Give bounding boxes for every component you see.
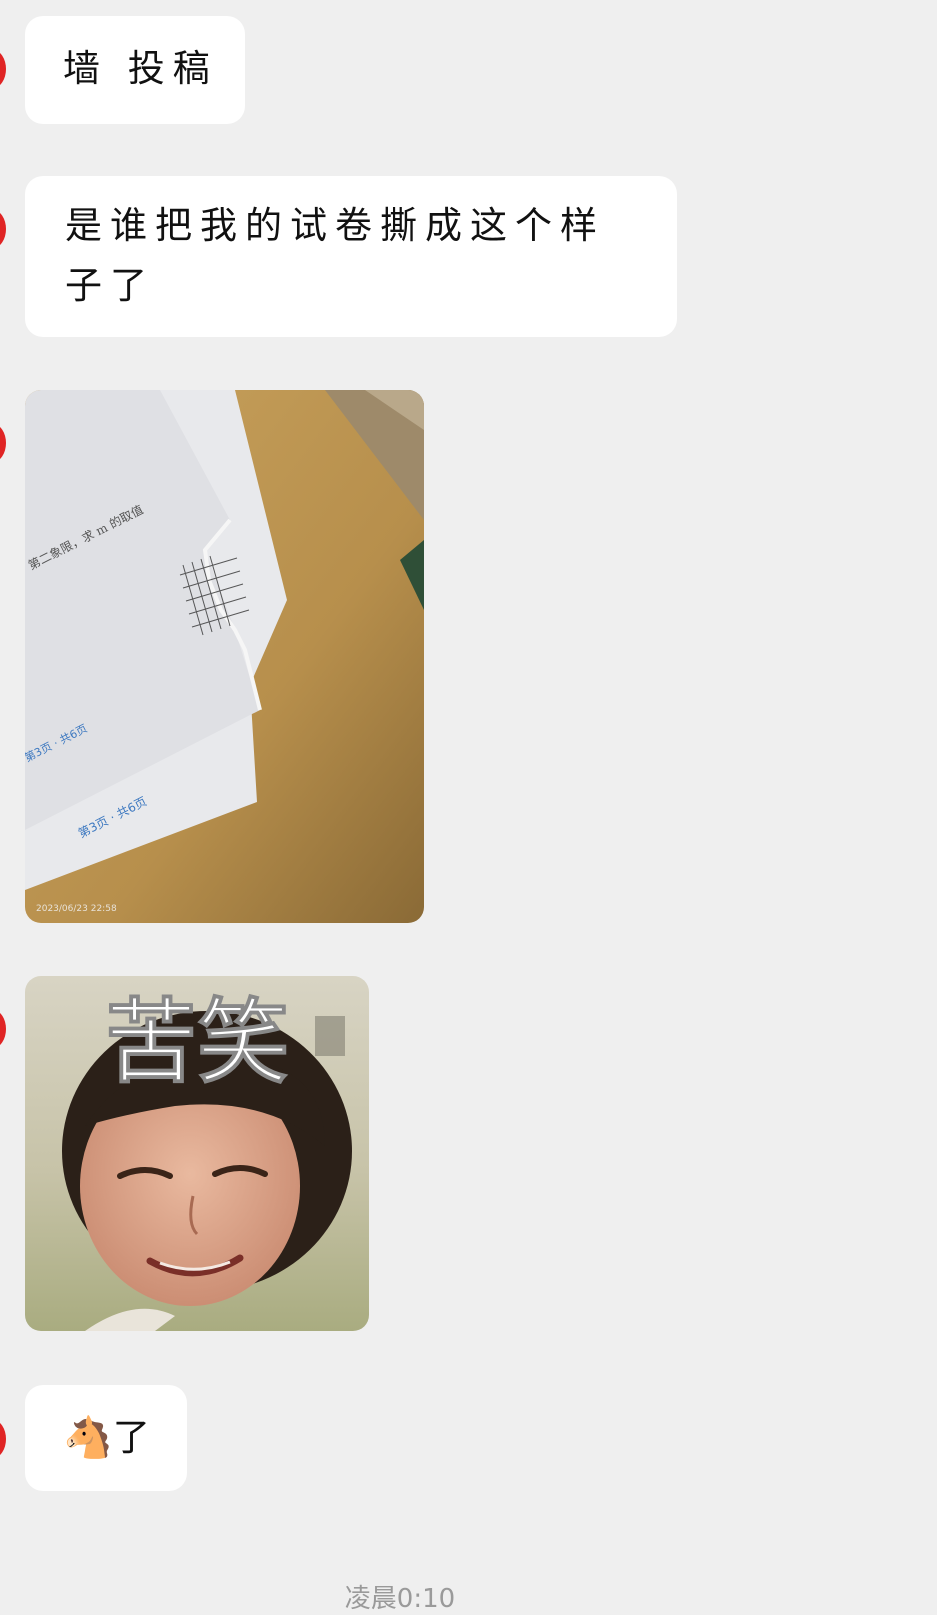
- message-bubble[interactable]: 墙 投稿: [25, 16, 245, 124]
- message-text: 墙 投稿: [63, 47, 218, 90]
- message-sticker[interactable]: 苦笑: [25, 976, 369, 1331]
- message-bubble[interactable]: 是谁把我的试卷撕成这个样子了: [25, 176, 677, 337]
- horse-emoji-icon: 🐴: [63, 1415, 113, 1461]
- chat-timestamp: 凌晨0:10: [344, 1584, 456, 1614]
- message-text: 是谁把我的试卷撕成这个样子了: [65, 204, 605, 307]
- crying-smile-sticker: 苦笑: [25, 976, 369, 1331]
- avatar[interactable]: [0, 424, 6, 462]
- photo-timestamp: 2023/06/23 22:58: [36, 904, 117, 914]
- message-bubble[interactable]: 🐴了: [25, 1385, 187, 1491]
- avatar[interactable]: [0, 1010, 6, 1048]
- avatar[interactable]: [0, 50, 6, 88]
- avatar[interactable]: [0, 1420, 6, 1458]
- avatar[interactable]: [0, 210, 6, 248]
- torn-paper-photo: 第二象限，求 m 的取值 第3页 · 共6页 第3页 · 共6页 2023/06…: [25, 390, 424, 923]
- sticker-caption: 苦笑: [105, 989, 289, 1096]
- message-image[interactable]: 第二象限，求 m 的取值 第3页 · 共6页 第3页 · 共6页 2023/06…: [25, 390, 424, 923]
- message-text: 了: [112, 1416, 158, 1459]
